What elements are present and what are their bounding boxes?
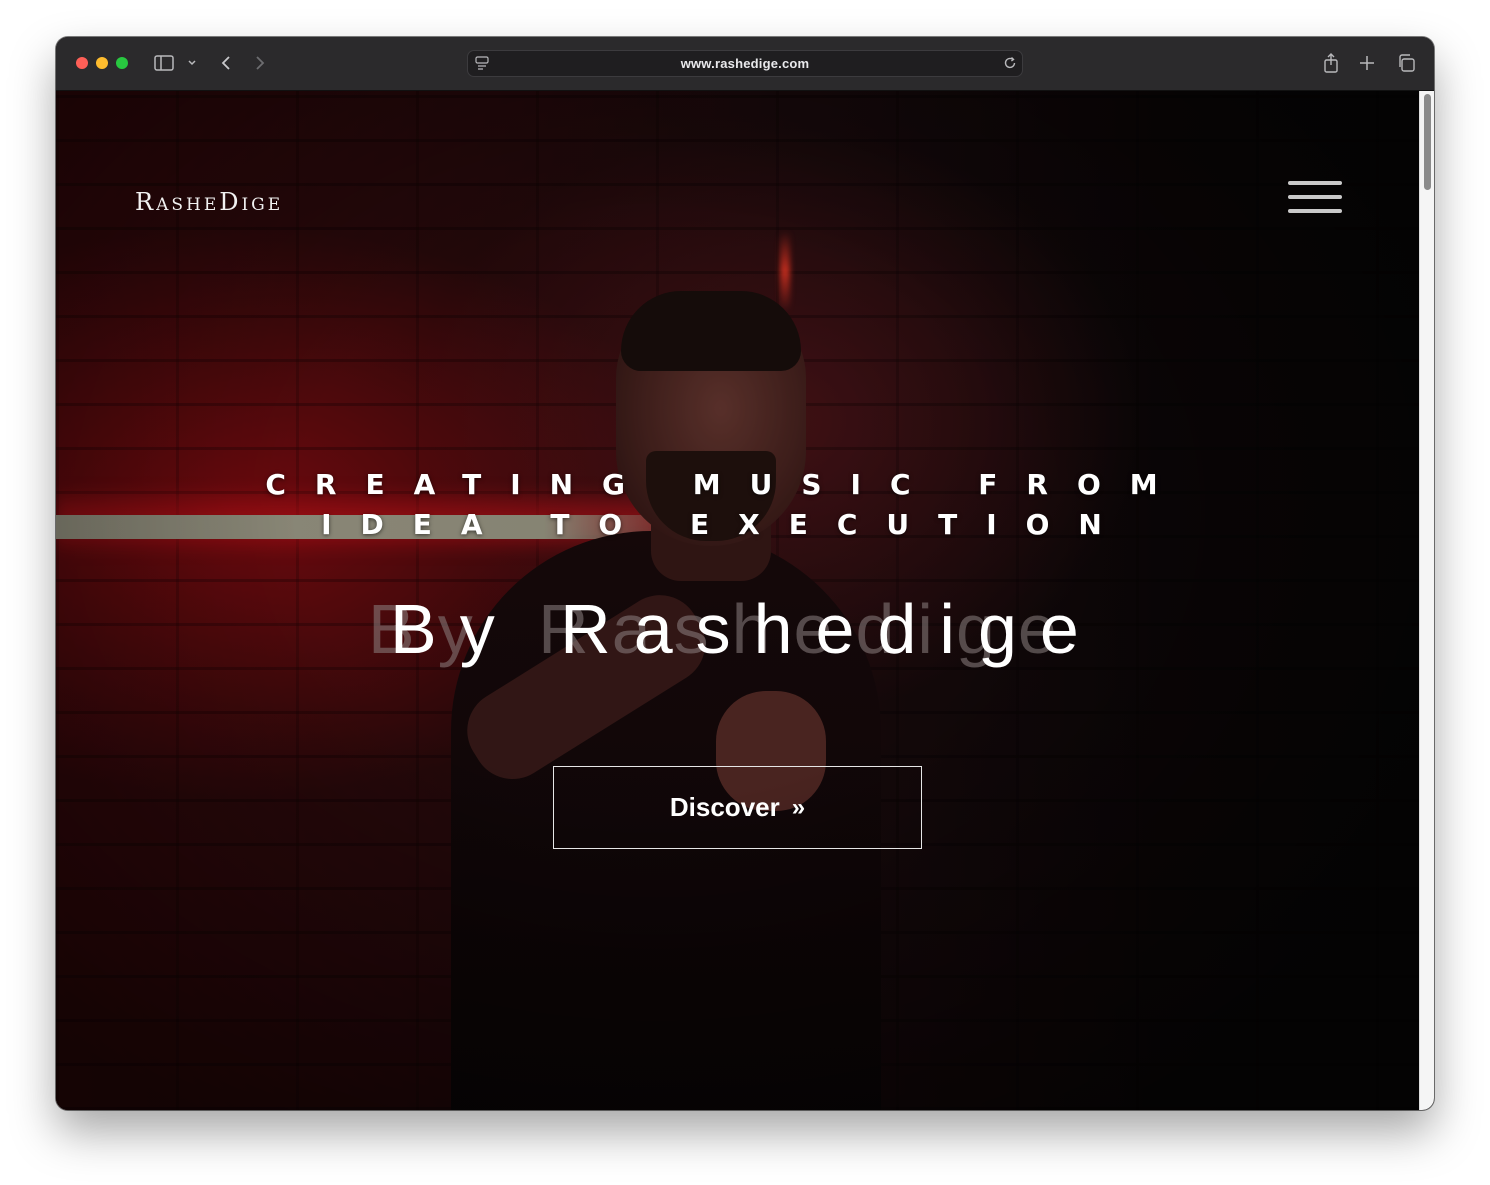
url-text: www.rashedige.com xyxy=(680,56,810,71)
new-tab-icon[interactable] xyxy=(1357,51,1377,75)
reload-icon[interactable] xyxy=(1002,54,1018,72)
discover-label: Discover xyxy=(669,792,780,822)
scrollbar-thumb[interactable] xyxy=(1424,94,1431,190)
browser-toolbar: www.rashedige.com xyxy=(56,37,1434,91)
page-viewport: RasheDige CREATING MUSIC FROM IDEA TO EX… xyxy=(56,91,1434,1110)
discover-button[interactable]: Discover » xyxy=(553,766,922,849)
browser-window: www.rashedige.com RasheDige CREATING MUS… xyxy=(56,37,1434,1110)
tab-overview-icon[interactable] xyxy=(1395,51,1417,75)
close-window-button[interactable] xyxy=(76,57,88,69)
site-logo[interactable]: RasheDige xyxy=(135,188,283,216)
menu-hamburger-icon[interactable] xyxy=(1288,181,1342,217)
forward-icon[interactable] xyxy=(250,51,270,75)
hero-tagline: CREATING MUSIC FROM IDEA TO EXECUTION xyxy=(265,468,1187,541)
page-scrollbar[interactable] xyxy=(1419,91,1434,1110)
share-icon[interactable] xyxy=(1321,51,1341,75)
back-icon[interactable] xyxy=(216,51,236,75)
zoom-window-button[interactable] xyxy=(116,57,128,69)
minimize-window-button[interactable] xyxy=(96,57,108,69)
address-bar[interactable]: www.rashedige.com xyxy=(467,50,1023,77)
sidebar-toggle-icon[interactable] xyxy=(152,51,176,75)
double-chevron-right-icon: » xyxy=(791,793,806,821)
hero-byline: By Rashedige xyxy=(390,590,1102,668)
chevron-down-icon[interactable] xyxy=(185,51,199,75)
